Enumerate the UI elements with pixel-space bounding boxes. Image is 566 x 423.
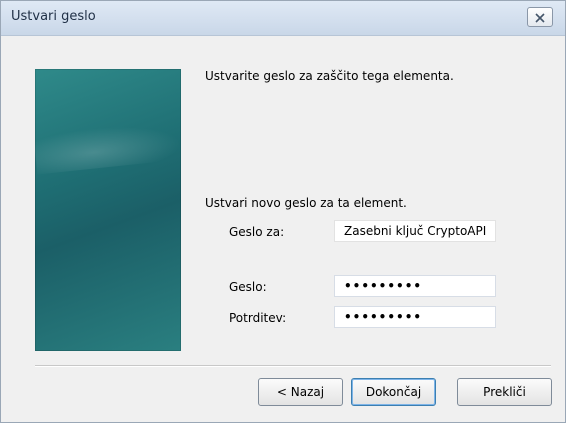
finish-button[interactable]: Dokončaj (351, 378, 436, 406)
create-password-dialog: Ustvari geslo Ustvarite geslo za zaščito… (0, 0, 566, 423)
dialog-content: Ustvarite geslo za zaščito tega elementa… (1, 36, 565, 422)
separator (35, 365, 551, 367)
password-label: Geslo: (229, 280, 267, 294)
title-bar[interactable]: Ustvari geslo (1, 1, 565, 36)
close-icon (535, 8, 545, 27)
back-button[interactable]: < Nazaj (258, 378, 343, 406)
confirm-password-input[interactable]: ••••••••• (334, 306, 496, 328)
window-title: Ustvari geslo (11, 9, 96, 24)
password-input[interactable]: ••••••••• (334, 275, 496, 297)
decorative-side-image (35, 69, 181, 351)
confirm-password-label: Potrditev: (229, 311, 287, 325)
intro-text: Ustvarite geslo za zaščito tega elementa… (205, 69, 454, 83)
close-button[interactable] (527, 7, 553, 27)
password-for-field: Zasebni ključ CryptoAPI (334, 220, 496, 242)
section-instructions: Ustvari novo geslo za ta element. (205, 196, 407, 210)
cancel-button[interactable]: Prekliči (457, 378, 552, 406)
password-for-label: Geslo za: (229, 225, 285, 239)
